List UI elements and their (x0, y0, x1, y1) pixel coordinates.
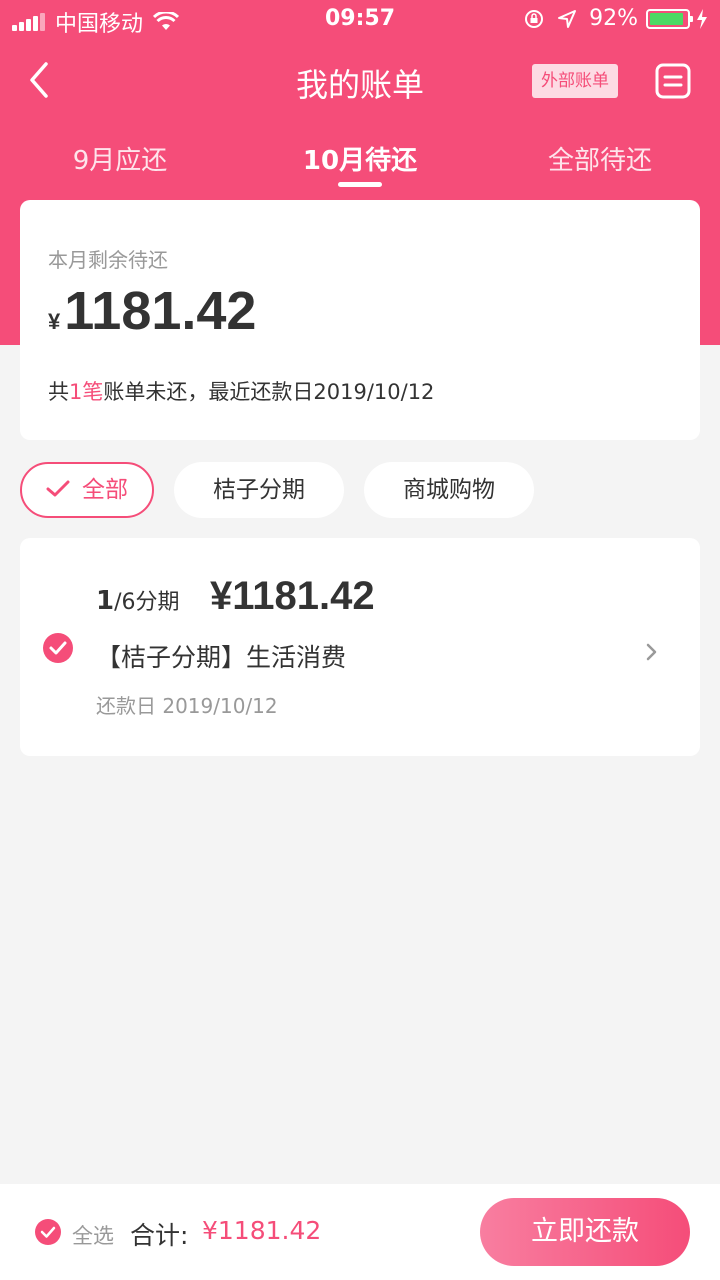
summary-note: 共1笔账单未还，最近还款日2019/10/12 (48, 376, 434, 406)
external-bill-button[interactable]: 外部账单 (532, 64, 618, 98)
tab-september[interactable]: 9月应还 (30, 140, 210, 177)
battery-icon (646, 8, 693, 29)
bill-description: 【桔子分期】生活消费 (96, 643, 347, 672)
currency-symbol: ¥ (48, 309, 61, 334)
status-bar: 中国移动 09:57 92% (0, 0, 720, 40)
location-icon (558, 9, 577, 28)
summary-note-prefix: 共 (48, 380, 69, 404)
bottom-bar: 全选 合计: ¥1181.42 立即还款 (0, 1184, 720, 1280)
checkmark-icon (46, 480, 70, 496)
bill-checkbox[interactable] (42, 632, 74, 664)
rotation-lock-icon (525, 9, 544, 28)
battery-percent: 92% (589, 6, 638, 31)
summary-note-count: 1笔 (69, 380, 104, 404)
filter-all[interactable]: 全部 (20, 462, 154, 518)
summary-amount-value: 1181.42 (64, 281, 257, 341)
tab-october[interactable]: 10月待还 (270, 140, 450, 177)
summary-note-suffix: 账单未还，最近还款日2019/10/12 (103, 380, 435, 404)
total-label: 合计: (130, 1221, 189, 1250)
bill-list-icon[interactable] (654, 62, 692, 100)
bill-period-current: 1 (96, 586, 115, 616)
charging-icon (697, 8, 707, 29)
summary-card: 本月剩余待还 ¥1181.42 共1笔账单未还，最近还款日2019/10/12 (20, 200, 700, 440)
total-value: ¥1181.42 (202, 1216, 322, 1245)
filter-juzi-installment[interactable]: 桔子分期 (174, 462, 344, 518)
summary-label: 本月剩余待还 (48, 248, 168, 272)
active-tab-indicator (338, 182, 382, 187)
filter-mall-shopping[interactable]: 商城购物 (364, 462, 534, 518)
filter-all-label: 全部 (82, 477, 128, 503)
status-right: 92% (523, 6, 708, 31)
bill-period: 1/6分期 (96, 584, 180, 616)
bill-due-date: 还款日 2019/10/12 (96, 694, 278, 718)
bill-period-total: /6分期 (114, 590, 180, 615)
bill-item[interactable]: 1/6分期 ¥1181.42 【桔子分期】生活消费 还款日 2019/10/12 (20, 538, 700, 756)
chevron-right-icon[interactable] (642, 640, 662, 664)
tab-all-pending[interactable]: 全部待还 (510, 140, 690, 177)
pay-now-button[interactable]: 立即还款 (480, 1198, 690, 1266)
select-all-checkbox[interactable] (34, 1218, 62, 1246)
summary-amount: ¥1181.42 (48, 280, 256, 342)
bill-amount: ¥1181.42 (210, 574, 375, 618)
select-all-label[interactable]: 全选 (72, 1220, 114, 1250)
